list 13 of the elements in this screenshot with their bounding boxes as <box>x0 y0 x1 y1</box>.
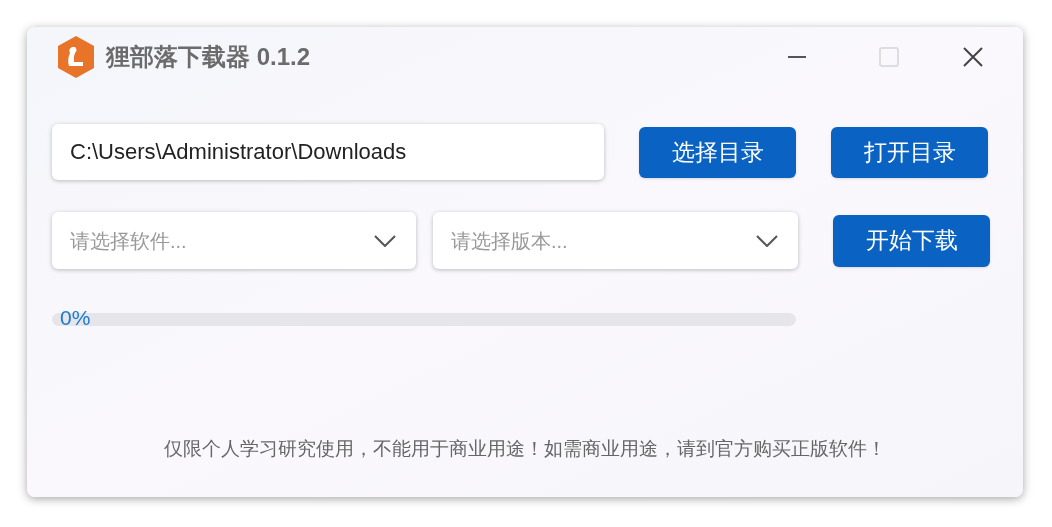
close-icon <box>962 46 984 68</box>
progress-percent: 0% <box>60 305 91 331</box>
open-directory-button[interactable]: 打开目录 <box>831 126 988 178</box>
disclaimer-text: 仅限个人学习研究使用，不能用于商业用途！如需商业用途，请到官方购买正版软件！ <box>163 436 887 461</box>
chevron-down-icon <box>374 234 396 247</box>
dropdown-placeholder: 请选择软件... <box>70 228 188 254</box>
select-directory-button[interactable]: 选择目录 <box>639 126 796 178</box>
path-field[interactable]: C:\Users\Administrator\Downloads <box>52 124 604 180</box>
start-download-button[interactable]: 开始下载 <box>833 214 990 267</box>
chevron-down-icon <box>756 234 778 247</box>
logo-icon <box>56 35 96 79</box>
dropdown-placeholder: 请选择版本... <box>451 228 569 254</box>
window-title: 狸部落下载器 0.1.2 <box>106 42 311 72</box>
